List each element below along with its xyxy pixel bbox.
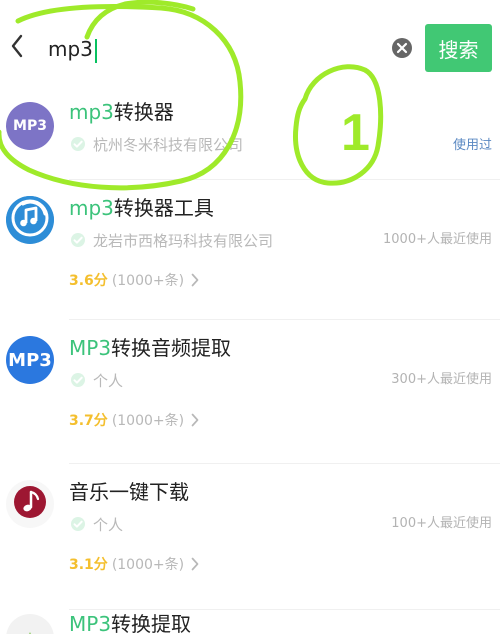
chevron-left-icon [8,33,26,63]
text-caret [94,38,97,63]
developer-name: 个人 [93,371,124,390]
chevron-right-icon [190,557,200,571]
app-logo-text: MP3 [13,118,47,134]
title-text: 转换器 [113,100,174,124]
title-highlight: mp3 [69,196,114,220]
rating-row[interactable]: 3.6分 (1000+条) [69,268,200,292]
rating-row[interactable]: 3.1分 (1000+条) [69,552,200,576]
developer-row: 个人 [69,368,123,392]
chevron-right-icon [190,273,200,287]
app-title: mp3转换器工具 [69,194,214,222]
star-logo-icon [6,614,54,634]
music-note-icon [6,196,54,244]
app-logo [6,480,54,528]
app-logo [6,614,54,634]
list-item[interactable]: mp3转换器工具 龙岩市西格玛科技有限公司 1000+人最近使用 3.6分 (1… [0,180,500,320]
app-title: MP3转换提取 [69,610,191,634]
clear-icon [396,39,408,58]
app-logo: MP3 [6,102,54,150]
music-note-icon [6,480,54,528]
list-item[interactable]: MP3转换提取 [0,610,500,634]
app-title: MP3转换音频提取 [69,334,231,362]
verified-check-icon [69,135,87,153]
used-badge: 使用过 [452,138,492,153]
developer-row: 个人 [69,512,123,536]
developer-row: 杭州冬米科技有限公司 [69,132,243,156]
verified-check-icon [69,371,87,389]
list-item[interactable]: 音乐一键下载 个人 100+人最近使用 3.1分 (1000+条) [0,464,500,610]
title-text: 转换提取 [111,612,192,634]
app-logo [6,196,54,244]
list-item[interactable]: MP3 mp3转换器 杭州冬米科技有限公司 使用过 [0,84,500,180]
recent-users-count: 1000+人最近使用 [383,232,492,247]
developer-row: 龙岩市西格玛科技有限公司 [69,228,273,252]
recent-users-count: 100+人最近使用 [391,516,492,531]
search-button[interactable]: 搜索 [425,24,492,72]
rating-score: 3.7分 [69,413,108,429]
developer-name: 个人 [93,515,124,534]
app-logo: MP3 [6,336,54,384]
title-highlight: mp3 [69,100,114,124]
search-results-screen: mp3 搜索 MP3 mp3转换器 杭州冬米科技有限公司 使用过 mp3转换器工… [0,0,500,634]
app-title: mp3转换器 [69,98,174,126]
review-count: (1000+条) [111,413,185,429]
verified-check-icon [69,515,87,533]
back-button[interactable] [2,28,32,68]
title-text: 转换音频提取 [111,336,232,360]
review-count: (1000+条) [111,557,185,573]
title-text: 音乐一键下载 [69,480,189,504]
search-input[interactable]: mp3 [48,32,378,66]
rating-score: 3.6分 [69,273,108,289]
rating-score: 3.1分 [69,557,108,573]
app-title: 音乐一键下载 [69,478,189,506]
app-logo-text: MP3 [8,349,52,371]
verified-check-icon [69,231,87,249]
rating-row[interactable]: 3.7分 (1000+条) [69,408,200,432]
list-item[interactable]: MP3 MP3转换音频提取 个人 300+人最近使用 3.7分 (1000+条) [0,320,500,464]
developer-name: 龙岩市西格玛科技有限公司 [93,231,274,250]
review-count: (1000+条) [111,273,185,289]
title-highlight: MP3 [69,336,112,360]
clear-button[interactable] [392,38,412,58]
title-text: 转换器工具 [113,196,214,220]
search-header: mp3 搜索 [0,0,500,84]
chevron-right-icon [190,413,200,427]
recent-users-count: 300+人最近使用 [391,372,492,387]
developer-name: 杭州冬米科技有限公司 [93,135,244,154]
search-query-text: mp3 [48,37,93,61]
title-highlight: MP3 [69,612,112,634]
